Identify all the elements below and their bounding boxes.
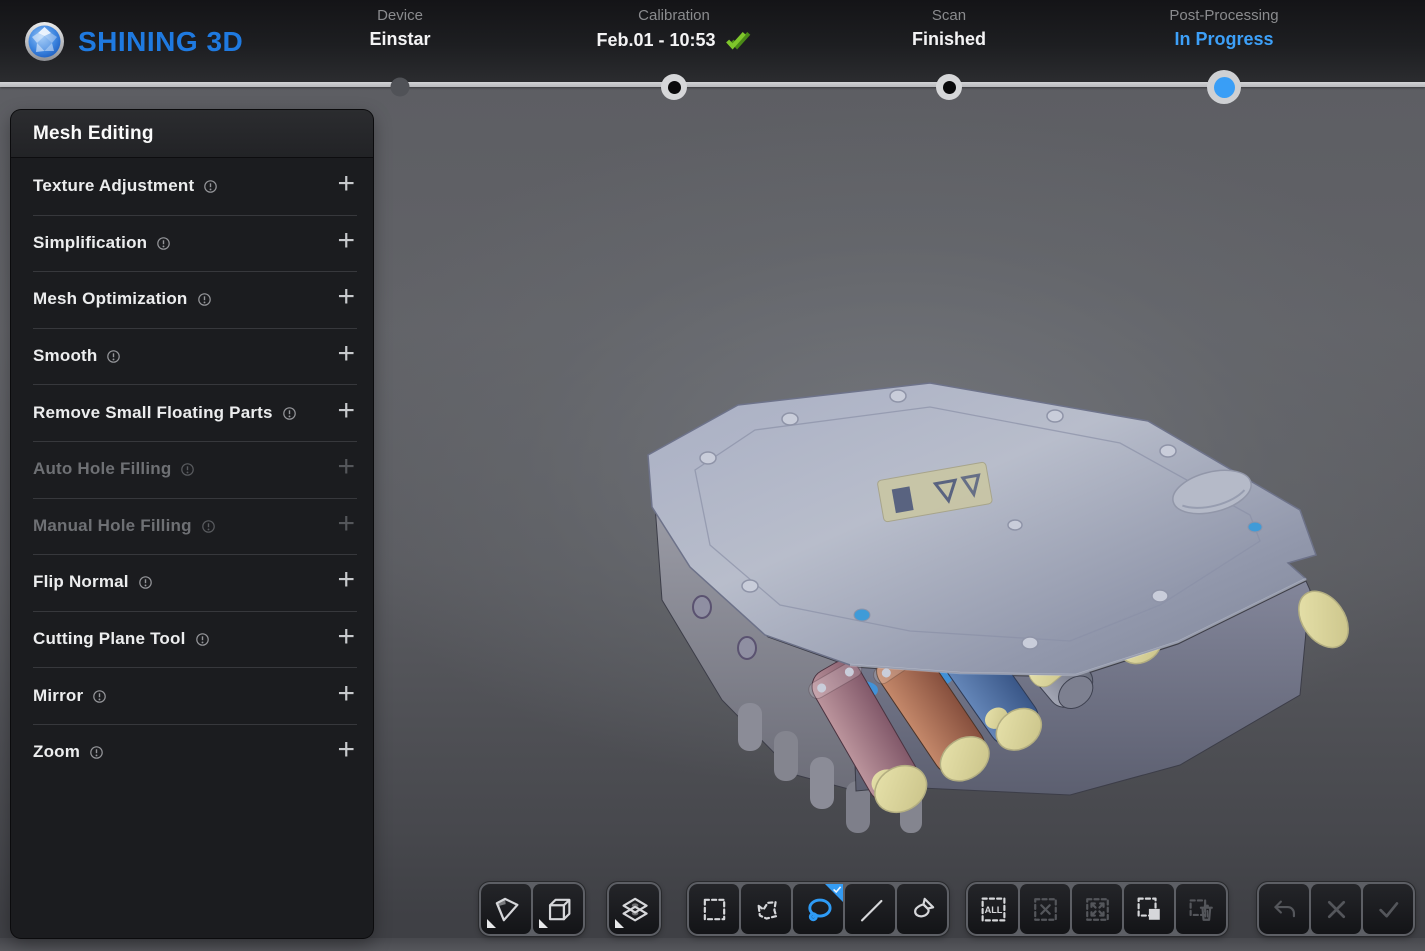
- expand-plus-icon[interactable]: +: [337, 339, 355, 369]
- step-dot-2: [661, 74, 687, 100]
- step-post-processing[interactable]: Post-Processing In Progress: [1169, 7, 1278, 50]
- deselect-button[interactable]: [1020, 884, 1070, 934]
- step-status: In Progress: [1174, 29, 1273, 50]
- info-icon[interactable]: [197, 292, 212, 307]
- expand-selection-button[interactable]: [1072, 884, 1122, 934]
- sidebar-item-zoom[interactable]: Zoom +: [11, 724, 373, 781]
- sidebar-item-texture-adjustment[interactable]: Texture Adjustment +: [11, 158, 373, 215]
- toolbar-selection-actions-group: ALL: [966, 882, 1228, 936]
- info-icon[interactable]: [138, 575, 153, 590]
- sidebar-item-smooth[interactable]: Smooth +: [11, 328, 373, 385]
- info-icon[interactable]: [92, 689, 107, 704]
- step-dot-3: [936, 74, 962, 100]
- expand-plus-icon[interactable]: +: [337, 735, 355, 765]
- expand-plus-icon[interactable]: +: [337, 396, 355, 426]
- brush-select-button[interactable]: [897, 884, 947, 934]
- polygon-select-button[interactable]: [741, 884, 791, 934]
- shining3d-logo-icon: [24, 21, 65, 62]
- app-window: ALL Mesh Editing Texture Adjustment +Sim…: [0, 0, 1425, 951]
- cancel-button[interactable]: [1311, 884, 1361, 934]
- expand-plus-icon[interactable]: +: [337, 622, 355, 652]
- panel-title: Mesh Editing: [33, 123, 154, 145]
- sidebar-item-remove-small-floating-parts[interactable]: Remove Small Floating Parts +: [11, 384, 373, 441]
- expand-plus-icon[interactable]: +: [337, 679, 355, 709]
- step-title: Device: [369, 7, 430, 24]
- sidebar-item-label: Manual Hole Filling: [33, 516, 192, 536]
- sidebar-item-simplification[interactable]: Simplification +: [11, 215, 373, 272]
- rect-select-button[interactable]: [689, 884, 739, 934]
- info-icon[interactable]: [180, 462, 195, 477]
- sidebar-item-cutting-plane-tool[interactable]: Cutting Plane Tool +: [11, 611, 373, 668]
- sidebar-item-manual-hole-filling: Manual Hole Filling +: [11, 498, 373, 555]
- info-icon[interactable]: [89, 745, 104, 760]
- sidebar-item-label: Simplification: [33, 233, 147, 253]
- sidebar-item-mesh-optimization[interactable]: Mesh Optimization +: [11, 271, 373, 328]
- svg-text:ALL: ALL: [984, 905, 1002, 915]
- step-dot-4: [1207, 70, 1241, 104]
- toolbar-view-group: [479, 882, 585, 936]
- expand-plus-icon[interactable]: +: [337, 565, 355, 595]
- sidebar-item-label: Cutting Plane Tool: [33, 629, 186, 649]
- expand-plus-icon[interactable]: +: [337, 509, 355, 539]
- select-all-button[interactable]: ALL: [968, 884, 1018, 934]
- sidebar-item-label: Mesh Optimization: [33, 289, 188, 309]
- flyout-corner-marker: [615, 919, 624, 928]
- step-title: Calibration: [596, 7, 751, 24]
- sidebar-item-label: Smooth: [33, 346, 97, 366]
- step-status: Finished: [912, 29, 986, 50]
- perspective-view-button[interactable]: [481, 884, 531, 934]
- expand-plus-icon[interactable]: +: [337, 282, 355, 312]
- info-icon[interactable]: [203, 179, 218, 194]
- info-icon[interactable]: [195, 632, 210, 647]
- expand-plus-icon[interactable]: +: [337, 169, 355, 199]
- sidebar-item-label: Mirror: [33, 686, 83, 706]
- lasso-select-button[interactable]: [793, 884, 843, 934]
- orthographic-view-button[interactable]: [533, 884, 583, 934]
- step-title: Scan: [912, 7, 986, 24]
- step-calibration[interactable]: Calibration Feb.01 - 10:53: [596, 7, 751, 51]
- mesh-editing-panel: Mesh Editing Texture Adjustment +Simplif…: [11, 110, 373, 938]
- sidebar-item-flip-normal[interactable]: Flip Normal +: [11, 554, 373, 611]
- line-select-button[interactable]: [845, 884, 895, 934]
- info-icon[interactable]: [201, 519, 216, 534]
- sidebar-item-auto-hole-filling: Auto Hole Filling +: [11, 441, 373, 498]
- expand-plus-icon[interactable]: +: [337, 226, 355, 256]
- step-status: Einstar: [369, 29, 430, 50]
- step-title: Post-Processing: [1169, 7, 1278, 24]
- flyout-corner-marker: [487, 919, 496, 928]
- sidebar-item-label: Texture Adjustment: [33, 176, 194, 196]
- brand-logo: SHINING 3D: [24, 21, 243, 62]
- confirm-button[interactable]: [1363, 884, 1413, 934]
- flyout-corner-marker: [539, 919, 548, 928]
- sidebar-item-label: Flip Normal: [33, 572, 129, 592]
- select-through-button[interactable]: [1124, 884, 1174, 934]
- delete-selection-button[interactable]: [1176, 884, 1226, 934]
- sidebar-item-mirror[interactable]: Mirror +: [11, 667, 373, 724]
- model-3d-junction-box[interactable]: [600, 355, 1360, 845]
- success-check-icon: [725, 30, 752, 52]
- step-dot-1: [391, 78, 410, 97]
- toolbar-confirm-group: [1257, 882, 1415, 936]
- toolbar-layer-group: [607, 882, 661, 936]
- info-icon[interactable]: [106, 349, 121, 364]
- layers-button[interactable]: [609, 884, 659, 934]
- step-device[interactable]: Device Einstar: [369, 7, 430, 50]
- info-icon[interactable]: [156, 236, 171, 251]
- active-check-badge: [825, 884, 843, 902]
- sidebar-item-label: Zoom: [33, 742, 80, 762]
- viewport-floor: [0, 938, 1425, 951]
- sidebar-item-label: Auto Hole Filling: [33, 459, 171, 479]
- brand-name: SHINING 3D: [78, 26, 243, 58]
- undo-button[interactable]: [1259, 884, 1309, 934]
- expand-plus-icon[interactable]: +: [337, 452, 355, 482]
- step-scan[interactable]: Scan Finished: [912, 7, 986, 50]
- sidebar-item-label: Remove Small Floating Parts: [33, 403, 273, 423]
- panel-header: Mesh Editing: [11, 110, 373, 158]
- info-icon[interactable]: [282, 406, 297, 421]
- top-header: SHINING 3D Device Einstar Calibration Feb.0…: [0, 0, 1425, 82]
- toolbar-selection-tools-group: [687, 882, 949, 936]
- step-status: Feb.01 - 10:53: [596, 30, 715, 51]
